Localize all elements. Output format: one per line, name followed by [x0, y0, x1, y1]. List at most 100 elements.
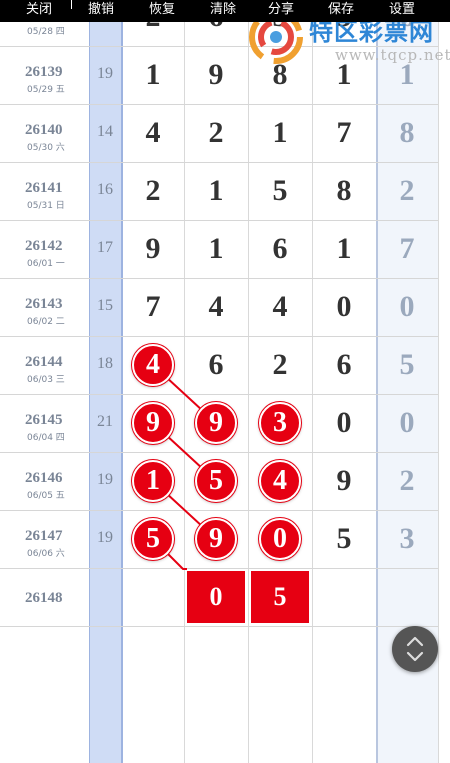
issue-date: 06/05 五 — [27, 491, 65, 501]
digit-cell[interactable]: 1 — [122, 58, 184, 92]
predicted-cell[interactable]: 5 — [251, 571, 309, 623]
issue-date: 05/30 六 — [27, 143, 65, 153]
digit-cell[interactable]: 9 — [185, 58, 247, 92]
issue-number: 26147 — [25, 528, 63, 544]
last-column-digit: 2 — [399, 464, 415, 497]
issue-date: 06/02 二 — [27, 317, 65, 327]
digit-cell[interactable]: 4 — [122, 116, 184, 150]
issue-number: 26139 — [25, 64, 63, 80]
row-divider — [0, 394, 438, 395]
digit-cell[interactable]: 9 — [313, 464, 375, 498]
digit-cell[interactable]: 1 — [313, 232, 375, 266]
digit-cell[interactable]: 1 — [313, 58, 375, 92]
row-divider — [0, 510, 438, 511]
digit-cell[interactable]: 0 — [313, 406, 375, 440]
predicted-cell[interactable]: 0 — [187, 571, 245, 623]
digit-sum: 15 — [97, 297, 113, 314]
row-divider — [0, 104, 438, 105]
highlighted-ball[interactable]: 9 — [195, 518, 237, 560]
toolbar-divider — [71, 0, 72, 9]
digit-cell[interactable]: 4 — [249, 290, 311, 324]
save-button[interactable]: 保存 — [328, 2, 354, 18]
last-column-digit: 3 — [399, 522, 415, 555]
digit-cell[interactable]: 5 — [249, 174, 311, 208]
highlighted-ball[interactable]: 0 — [259, 518, 301, 560]
digit-cell[interactable]: 6 — [185, 348, 247, 382]
highlighted-ball[interactable]: 9 — [132, 402, 174, 444]
trend-grid[interactable]: 2613805/28 四16263562613905/29 五191981126… — [0, 0, 450, 763]
row-divider — [0, 336, 438, 337]
last-column-digit: 5 — [399, 348, 415, 381]
issue-number: 26143 — [25, 296, 63, 312]
row-divider — [0, 626, 438, 627]
last-column-digit: 1 — [399, 58, 415, 91]
issue-date: 06/03 三 — [27, 375, 65, 385]
highlighted-ball[interactable]: 5 — [132, 518, 174, 560]
issue-number: 26144 — [25, 354, 63, 370]
row-divider — [0, 162, 438, 163]
highlighted-ball[interactable]: 4 — [132, 344, 174, 386]
issue-date: 05/29 五 — [27, 85, 65, 95]
digit-sum: 18 — [97, 355, 113, 372]
highlighted-ball[interactable]: 5 — [195, 460, 237, 502]
scroll-toggle-button[interactable] — [392, 626, 438, 672]
digit-cell[interactable]: 2 — [249, 348, 311, 382]
row-divider — [0, 220, 438, 221]
digit-cell[interactable]: 2 — [122, 174, 184, 208]
settings-button[interactable]: 设置 — [389, 2, 415, 18]
digit-cell[interactable]: 0 — [313, 290, 375, 324]
digit-sum: 17 — [97, 239, 113, 256]
digit-cell[interactable]: 9 — [122, 232, 184, 266]
share-button[interactable]: 分享 — [268, 2, 294, 18]
digit-cell[interactable]: 1 — [185, 232, 247, 266]
column-divider — [438, 22, 439, 763]
row-divider — [0, 278, 438, 279]
highlighted-ball[interactable]: 9 — [195, 402, 237, 444]
highlighted-ball[interactable]: 4 — [259, 460, 301, 502]
issue-date: 05/31 日 — [27, 201, 65, 211]
digit-cell[interactable]: 6 — [249, 232, 311, 266]
digit-cell[interactable]: 7 — [122, 290, 184, 324]
highlighted-ball[interactable]: 1 — [132, 460, 174, 502]
last-column-digit: 2 — [399, 174, 415, 207]
last-column-digit: 8 — [399, 116, 415, 149]
digit-sum: 19 — [97, 529, 113, 546]
digit-cell[interactable]: 1 — [185, 174, 247, 208]
issue-date: 05/28 四 — [27, 27, 65, 37]
last-column-digit: 7 — [399, 232, 415, 265]
chevron-up-down-icon — [406, 636, 424, 662]
highlighted-ball[interactable]: 3 — [259, 402, 301, 444]
issue-date: 06/04 四 — [27, 433, 65, 443]
digit-cell[interactable]: 8 — [249, 58, 311, 92]
issue-number: 26148 — [25, 590, 63, 606]
digit-cell[interactable]: 4 — [185, 290, 247, 324]
last-column-digit: 0 — [399, 406, 415, 439]
digit-sum: 21 — [97, 413, 113, 430]
digit-cell[interactable]: 6 — [313, 348, 375, 382]
last-column-digit: 0 — [399, 290, 415, 323]
digit-cell[interactable]: 8 — [313, 174, 375, 208]
digit-sum: 19 — [97, 65, 113, 82]
undo-button[interactable]: 撤销 — [88, 2, 114, 18]
restore-button[interactable]: 恢复 — [149, 2, 175, 18]
digit-sum: 14 — [97, 123, 113, 140]
top-toolbar: 关闭 撤销 恢复 清除 分享 保存 设置 — [0, 0, 450, 22]
issue-number: 26145 — [25, 412, 63, 428]
issue-number: 26141 — [25, 180, 63, 196]
row-divider — [0, 568, 438, 569]
issue-number: 26146 — [25, 470, 63, 486]
clear-button[interactable]: 清除 — [210, 2, 236, 18]
digit-cell[interactable]: 7 — [313, 116, 375, 150]
close-button[interactable]: 关闭 — [26, 2, 52, 18]
digit-sum: 16 — [97, 181, 113, 198]
digit-cell[interactable]: 5 — [313, 522, 375, 556]
digit-sum: 19 — [97, 471, 113, 488]
row-divider — [0, 46, 438, 47]
row-divider — [0, 452, 438, 453]
issue-number: 26140 — [25, 122, 63, 138]
digit-cell[interactable]: 2 — [185, 116, 247, 150]
digit-cell[interactable]: 1 — [249, 116, 311, 150]
issue-date: 06/06 六 — [27, 549, 65, 559]
issue-date: 06/01 一 — [27, 259, 65, 269]
issue-number: 26142 — [25, 238, 63, 254]
